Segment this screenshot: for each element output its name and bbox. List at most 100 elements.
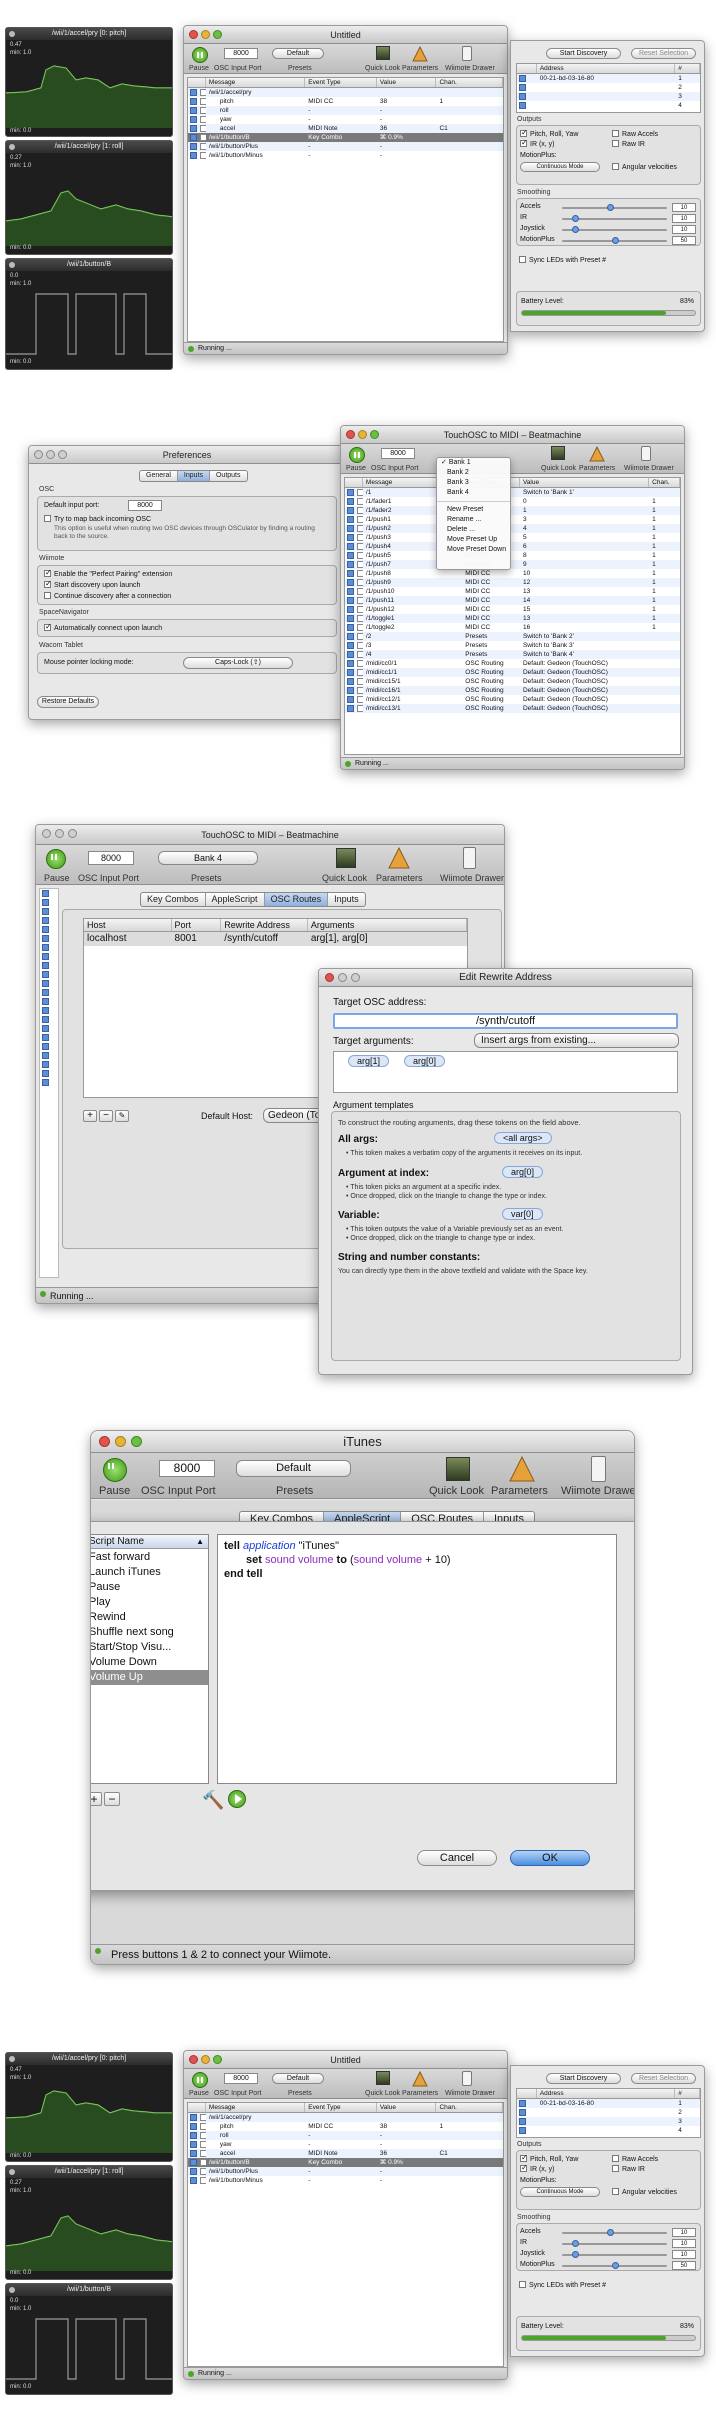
tab-key-combos[interactable]: Key Combos (141, 893, 206, 906)
enable-checkbox[interactable] (190, 125, 197, 132)
smoothing-value[interactable]: 10 (672, 2228, 696, 2237)
device-row[interactable]: 00-21-bd-03-16-80 1 (517, 74, 700, 83)
smoothing-slider[interactable] (562, 226, 667, 233)
row-checkbox[interactable] (40, 1024, 58, 1033)
quick-look-icon[interactable] (446, 1457, 470, 1481)
message-table[interactable]: Message Event Type Value Chan. /1Switch … (344, 477, 681, 755)
smoothing-slider[interactable] (562, 215, 667, 222)
number-header[interactable]: # (675, 64, 700, 73)
device-row[interactable]: 00-21-bd-03-16-80 1 (517, 2099, 700, 2108)
token-arg1[interactable]: arg[1] (348, 1055, 390, 1067)
tab-inputs[interactable]: Inputs (177, 471, 210, 481)
table-row[interactable]: /midi/cc15/1 OSC Routing Default: Gedeon (… (345, 677, 680, 686)
smoothing-value[interactable]: 50 (672, 2261, 696, 2270)
row-checkbox[interactable] (40, 1015, 58, 1024)
smoothing-value[interactable]: 10 (672, 214, 696, 223)
wiimote-icon[interactable] (462, 46, 472, 61)
output-raw-ir-checkbox[interactable]: Raw IR (612, 2165, 645, 2173)
tab-inputs[interactable]: Inputs (328, 893, 365, 906)
row-checkboxes[interactable] (345, 605, 363, 614)
column-header[interactable]: Value (377, 2103, 437, 2112)
table-row[interactable]: accel MIDI Note 36 C1 (188, 2149, 503, 2158)
zoom-button[interactable] (131, 1436, 142, 1447)
row-checkboxes[interactable] (188, 97, 206, 106)
device-checkbox[interactable] (517, 2117, 537, 2126)
restore-defaults-button[interactable]: Restore Defaults (37, 696, 99, 708)
row-checkbox[interactable] (40, 1069, 58, 1078)
row-checkboxes[interactable] (345, 497, 363, 506)
row-checkboxes[interactable] (188, 2167, 206, 2176)
variable-token[interactable]: var[0] (502, 1208, 543, 1220)
row-checkboxes[interactable] (345, 596, 363, 605)
table-row[interactable]: /wii/1/accel/pry (188, 2113, 503, 2122)
table-row[interactable]: localhost 8001 /synth/cutoff arg[1], arg… (84, 932, 467, 946)
table-row[interactable]: /1/fader2 1 1 (345, 506, 680, 515)
row-checkboxes[interactable] (345, 686, 363, 695)
table-row[interactable]: /1/push7MIDI CC91 (345, 560, 680, 569)
tab-general[interactable]: General (140, 471, 178, 481)
quick-look-icon[interactable] (336, 848, 356, 868)
slider-knob[interactable] (612, 2262, 619, 2269)
zoom-button[interactable] (213, 2055, 222, 2064)
minimize-button[interactable] (201, 2055, 210, 2064)
device-row[interactable]: 2 (517, 2108, 700, 2117)
slider-knob[interactable] (607, 204, 614, 211)
script-item[interactable]: Play (91, 1595, 208, 1610)
row-checkboxes[interactable] (345, 668, 363, 677)
zoom-button[interactable] (213, 30, 222, 39)
table-row[interactable]: /1/push1 3 1 (345, 515, 680, 524)
table-row[interactable]: /1/push10 MIDI CC 13 1 (345, 587, 680, 596)
script-item[interactable]: Start/Stop Visu... (91, 1640, 208, 1655)
device-checkbox[interactable] (517, 101, 537, 110)
edit-route-button[interactable]: ✎ (115, 1110, 129, 1122)
close-button[interactable] (189, 30, 198, 39)
zoom-button[interactable] (68, 829, 77, 838)
remove-script-button[interactable]: − (104, 1792, 120, 1806)
script-item[interactable]: Shuffle next song (91, 1625, 208, 1640)
table-row[interactable]: /midi/cc13/1 OSC Routing Default: Gedeon (… (345, 704, 680, 713)
row-checkboxes[interactable] (188, 133, 206, 142)
motionplus-popup[interactable]: Continuous Mode (520, 162, 600, 172)
number-header[interactable]: # (675, 2089, 700, 2098)
close-icon[interactable] (9, 144, 15, 150)
enable-checkbox[interactable] (190, 2132, 197, 2139)
device-row[interactable]: 3 (517, 2117, 700, 2126)
table-row[interactable]: /wii/1/button/Minus - - (188, 151, 503, 160)
row-checkbox[interactable] (40, 916, 58, 925)
device-checkbox[interactable] (517, 2108, 537, 2117)
row-checkboxes[interactable] (188, 2140, 206, 2149)
row-checkboxes[interactable] (188, 2158, 206, 2167)
preset-popup[interactable]: Bank 4 (158, 851, 258, 865)
address-header[interactable]: Address (537, 64, 676, 73)
device-row[interactable]: 4 (517, 2126, 700, 2135)
row-checkboxes[interactable] (345, 506, 363, 515)
row-checkboxes[interactable] (188, 88, 206, 97)
row-checkbox[interactable] (40, 988, 58, 997)
pause-button[interactable] (192, 2072, 208, 2088)
table-row[interactable]: /wii/1/button/Plus - - (188, 142, 503, 151)
table-row[interactable]: pitch MIDI CC 38 1 (188, 2122, 503, 2131)
row-checkboxes[interactable] (188, 2176, 206, 2185)
tab-outputs[interactable]: Outputs (210, 471, 247, 481)
message-table[interactable]: Message Event Type Value Chan. /wii/1/ac… (187, 77, 504, 342)
smoothing-value[interactable]: 10 (672, 2239, 696, 2248)
script-item[interactable]: Volume Down (91, 1655, 208, 1670)
row-checkboxes[interactable] (188, 2122, 206, 2131)
hud-roll[interactable]: /wii/1/accel/pry [1: roll] 0.27 min: 1.0… (5, 140, 173, 255)
table-row[interactable]: /midi/cc1/1 OSC Routing Default: Gedeon (T… (345, 668, 680, 677)
table-row[interactable]: /1/push4MIDI CC61 (345, 542, 680, 551)
preset-menu[interactable]: ✓ Bank 1 Bank 2 Bank 3 Bank 4 New Preset Rena… (436, 457, 511, 570)
enable-checkbox[interactable] (190, 2141, 197, 2148)
row-checkbox[interactable] (40, 970, 58, 979)
enable-checkbox[interactable] (190, 2123, 197, 2130)
device-row[interactable]: 4 (517, 101, 700, 110)
script-list[interactable]: Script Name ▲ Fast forward Launch iTunes Pa… (91, 1534, 209, 1784)
close-icon[interactable] (9, 2169, 15, 2175)
close-button[interactable] (42, 829, 51, 838)
start-discovery-button[interactable]: Start Discovery (546, 48, 621, 59)
arguments-field[interactable]: arg[1] arg[0] (333, 1051, 678, 1093)
close-button[interactable] (325, 973, 334, 982)
table-row[interactable]: roll - - (188, 2131, 503, 2140)
row-checkboxes[interactable] (188, 151, 206, 160)
device-checkbox[interactable] (517, 2126, 537, 2135)
